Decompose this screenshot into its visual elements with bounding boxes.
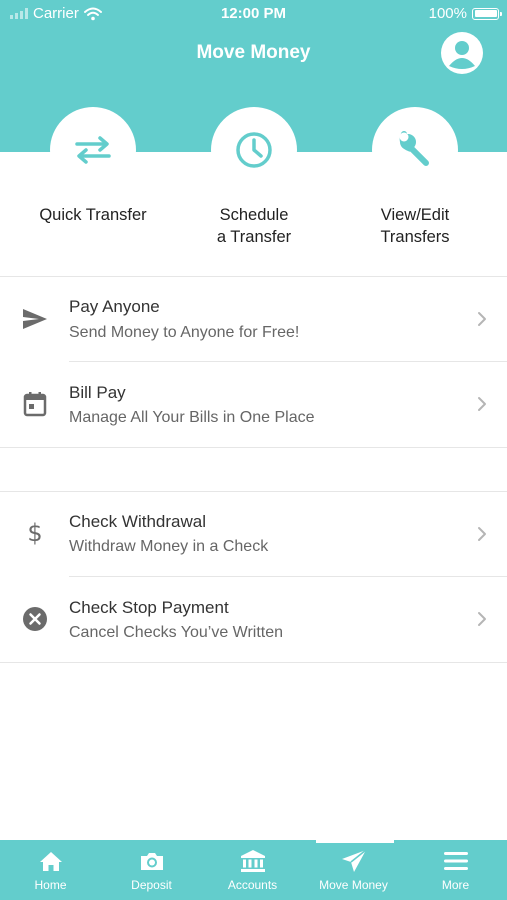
tab-move-money[interactable]: Move Money: [303, 840, 404, 900]
menu-icon: [404, 848, 507, 874]
chevron-right-icon: [478, 312, 486, 326]
cancel-circle-icon: [20, 604, 50, 634]
swap-arrows-icon: [75, 136, 111, 164]
tab-label: Accounts: [227, 878, 278, 892]
battery-icon: [472, 7, 502, 20]
send-icon: [20, 304, 50, 334]
page-title: Move Money: [196, 42, 311, 63]
list-item-subtitle: Cancel Checks You’ve Written: [69, 624, 284, 641]
list-item-title: Check Withdrawal: [69, 512, 206, 531]
dollar-icon: $: [27, 519, 43, 547]
battery-percent: 100%: [428, 5, 467, 22]
list-item-subtitle: Send Money to Anyone for Free!: [69, 324, 300, 341]
list-item-bill-pay[interactable]: Bill Pay Manage All Your Bills in One Pl…: [0, 362, 507, 447]
tab-label: More: [441, 878, 470, 892]
list-item-pay-anyone[interactable]: Pay Anyone Send Money to Anyone for Free…: [0, 276, 507, 361]
list-item-check-withdrawal[interactable]: $ Check Withdrawal Withdraw Money in a C…: [0, 491, 507, 576]
bank-icon: [202, 848, 303, 874]
tab-deposit[interactable]: Deposit: [101, 840, 202, 900]
view-edit-transfers-button[interactable]: [372, 107, 458, 193]
list-item-title: Check Stop Payment: [69, 598, 229, 617]
status-right: 100%: [428, 5, 502, 22]
home-icon: [0, 848, 101, 874]
schedule-transfer-button[interactable]: [211, 107, 297, 193]
list-item-title: Bill Pay: [69, 383, 126, 402]
tab-more[interactable]: More: [404, 840, 507, 900]
quick-transfer-label: Quick Transfer: [39, 206, 147, 224]
chevron-right-icon: [478, 527, 486, 541]
chevron-right-icon: [478, 397, 486, 411]
calendar-icon: [20, 389, 50, 419]
wrench-icon: [399, 131, 429, 166]
divider: [0, 447, 507, 448]
tab-label: Deposit: [131, 878, 172, 892]
tab-home[interactable]: Home: [0, 840, 101, 900]
tab-label: Move Money: [319, 878, 388, 892]
list-item-subtitle: Withdraw Money in a Check: [69, 538, 269, 555]
profile-button[interactable]: [441, 32, 483, 74]
list-item-subtitle: Manage All Your Bills in One Place: [69, 409, 315, 426]
quick-transfer-button[interactable]: [50, 107, 136, 193]
schedule-transfer-label: Schedule a Transfer: [216, 206, 292, 246]
tab-accounts[interactable]: Accounts: [202, 840, 303, 900]
chevron-right-icon: [478, 612, 486, 626]
tab-bar: Home Deposit Accounts Move Money More: [0, 840, 507, 900]
divider: [0, 662, 507, 663]
list-item-title: Pay Anyone: [69, 297, 160, 316]
view-edit-transfers-label: View/Edit Transfers: [380, 206, 450, 246]
camera-icon: [101, 848, 202, 874]
list-item-check-stop-payment[interactable]: Check Stop Payment Cancel Checks You’ve …: [0, 577, 507, 662]
status-bar: Carrier 12:00 PM 100%: [0, 0, 507, 28]
person-icon: [449, 41, 475, 69]
paper-plane-icon: [303, 848, 404, 874]
tab-label: Home: [34, 878, 67, 892]
clock-icon: [236, 132, 272, 168]
